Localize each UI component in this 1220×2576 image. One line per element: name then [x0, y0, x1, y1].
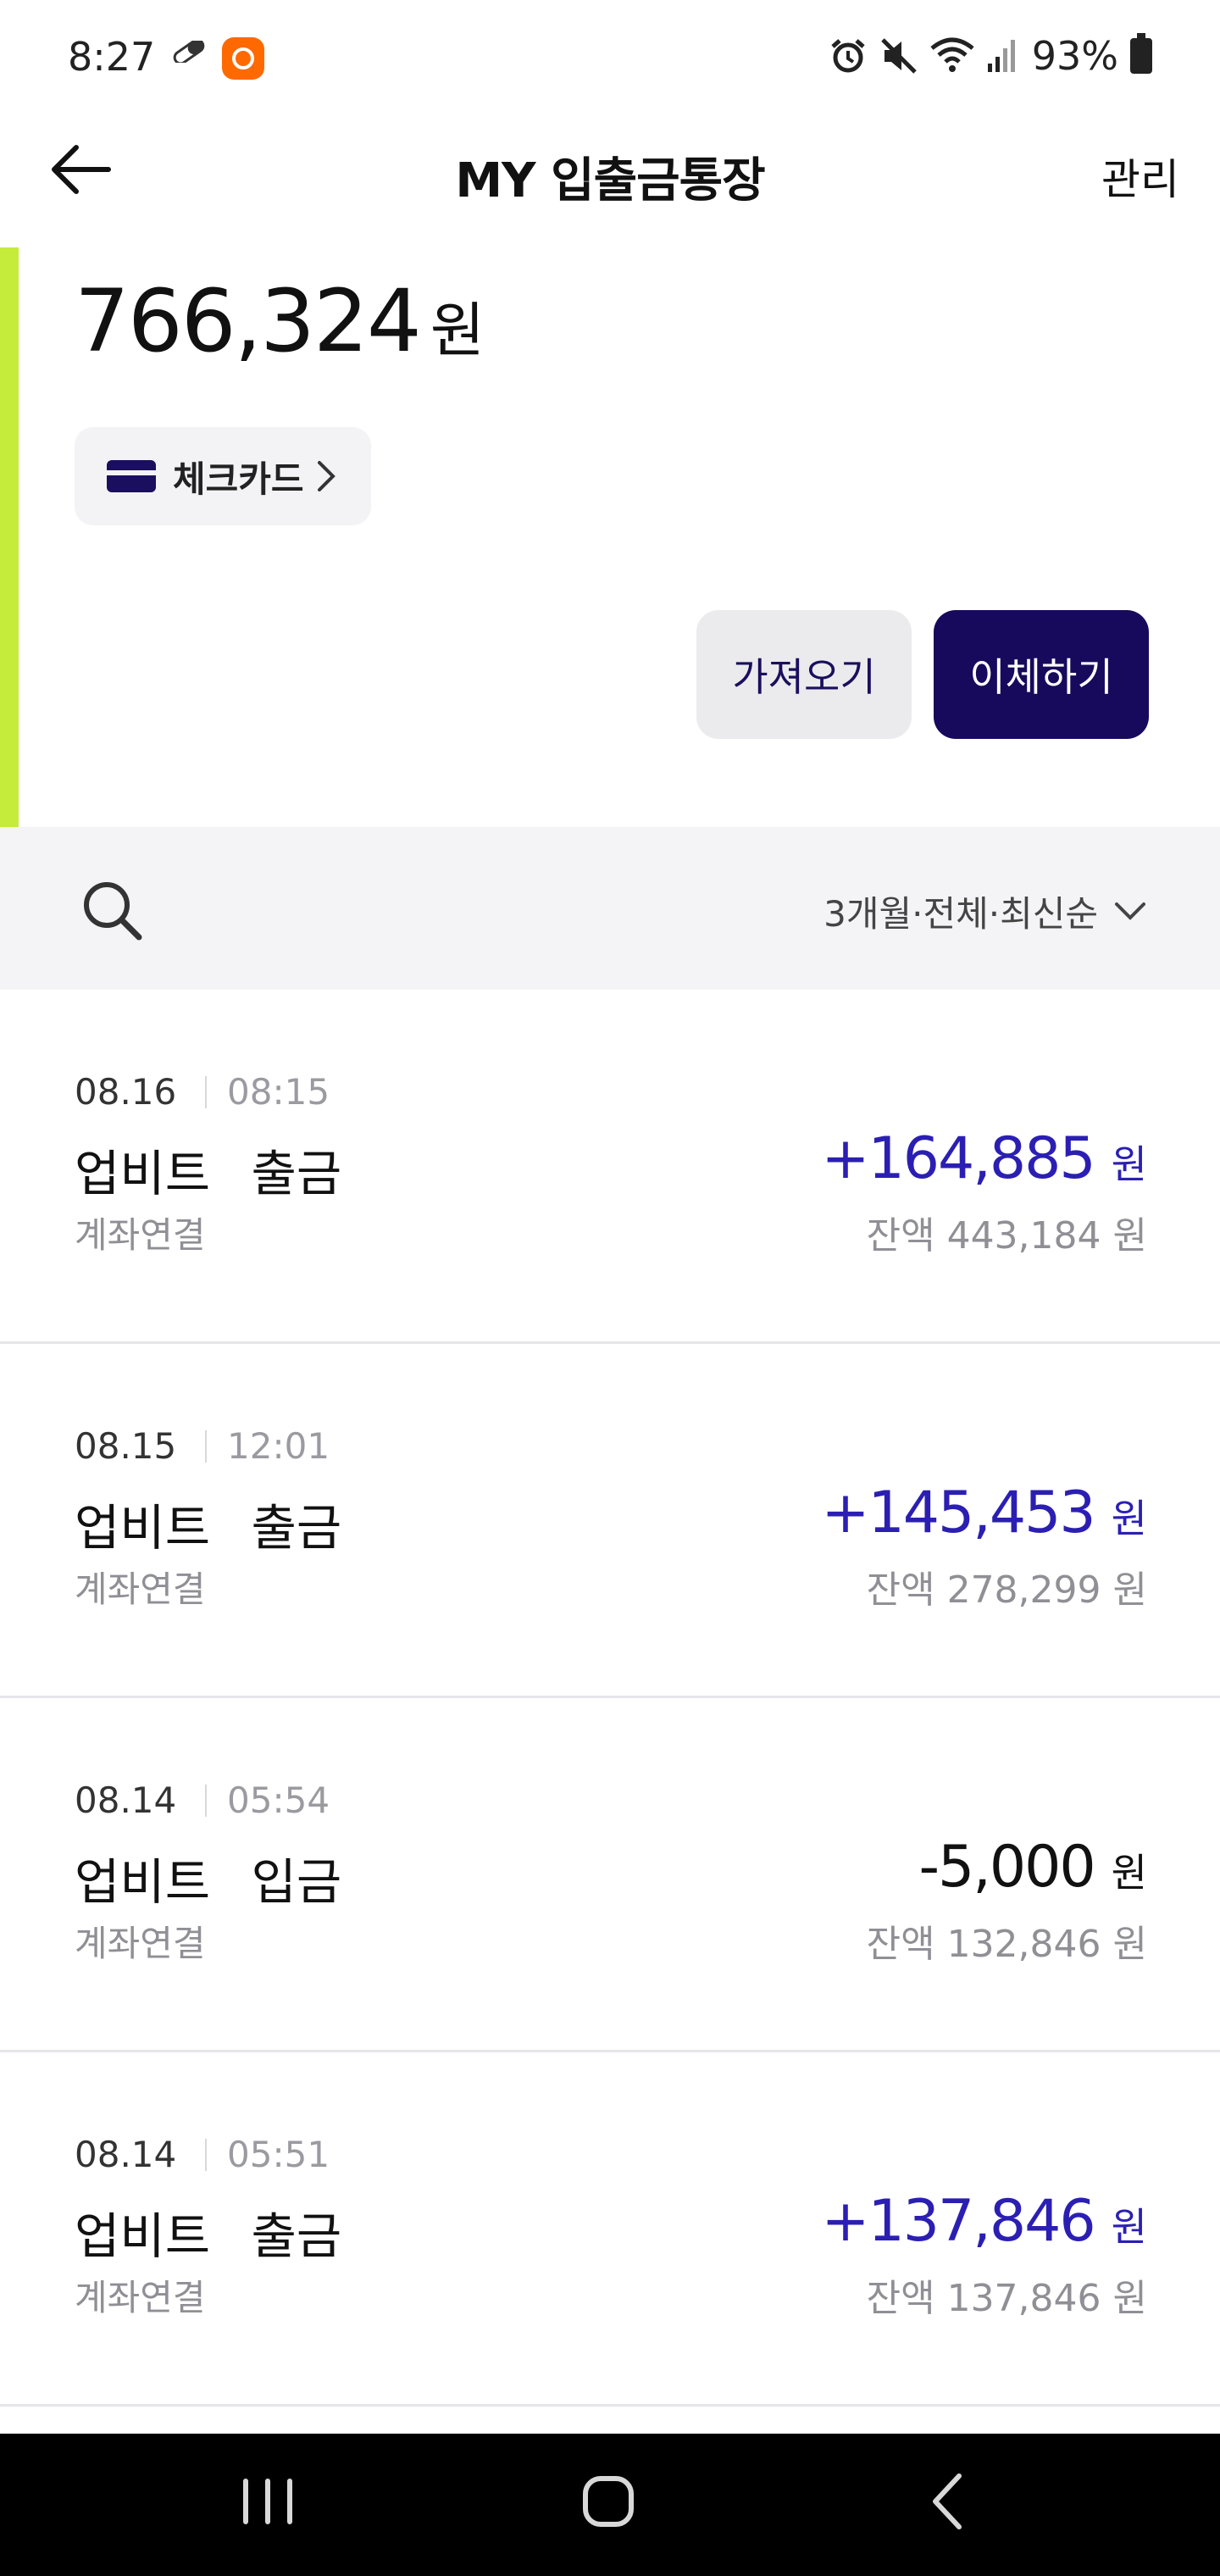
recent-apps-icon[interactable]	[239, 2476, 297, 2527]
transaction-amount: +145,453 원	[821, 1480, 1147, 1546]
transaction-name: 업비트 출금	[75, 2207, 342, 2265]
transaction-row[interactable]: 08.16 08:15 업비트 출금 계좌연결 +164,885 원 잔액 44…	[0, 990, 1220, 1344]
search-icon[interactable]	[78, 876, 146, 944]
transaction-type: 계좌연결	[75, 2277, 206, 2318]
transaction-row[interactable]: 08.14 05:51 업비트 출금 계좌연결 +137,846 원 잔액 13…	[0, 2052, 1220, 2407]
mute-icon	[880, 38, 917, 74]
divider	[205, 1430, 207, 1463]
balance-amount: 766,324	[75, 271, 422, 372]
balance-currency: 원	[430, 296, 485, 365]
amount-unit: 원	[1111, 1850, 1147, 1896]
manage-button[interactable]: 관리	[1101, 146, 1179, 207]
transaction-amount: -5,000 원	[918, 1834, 1147, 1901]
transaction-date: 08.16	[75, 1071, 177, 1113]
chevron-down-icon	[1115, 902, 1145, 920]
check-card-label: 체크카드	[173, 458, 304, 500]
transaction-date: 08.14	[75, 1779, 177, 1821]
transaction-time: 12:01	[227, 1425, 330, 1467]
pill-icon	[173, 41, 205, 63]
amount-value: +164,885	[821, 1125, 1095, 1192]
page-title: MY 입출금통장	[455, 153, 765, 208]
alarm-icon	[831, 39, 865, 73]
status-indicators: 93%	[829, 31, 1152, 81]
transaction-name: 업비트 입금	[75, 1853, 342, 1911]
transaction-type: 계좌연결	[75, 1214, 206, 1256]
amount-value: +145,453	[821, 1480, 1095, 1546]
transaction-time: 05:51	[227, 2134, 330, 2175]
divider	[205, 1076, 207, 1108]
transaction-amount: +164,885 원	[821, 1125, 1147, 1192]
signal-icon	[987, 40, 1015, 72]
amount-unit: 원	[1111, 1141, 1147, 1187]
transaction-time: 08:15	[227, 1071, 330, 1113]
transfer-button[interactable]: 이체하기	[934, 610, 1149, 739]
battery-icon	[1130, 33, 1152, 74]
chevron-right-icon	[317, 461, 336, 491]
credit-card-icon	[107, 460, 156, 492]
amount-value: +137,846	[821, 2188, 1095, 2255]
transaction-balance: 잔액 137,846 원	[866, 2277, 1147, 2320]
transaction-date: 08.14	[75, 2134, 177, 2175]
amount-unit: 원	[1111, 2204, 1147, 2250]
divider	[205, 1785, 207, 1817]
battery-percent: 93%	[1031, 33, 1118, 79]
account-balance: 766,324 원	[75, 271, 485, 372]
system-back-icon[interactable]	[929, 2471, 966, 2532]
status-time: 8:27	[68, 34, 156, 80]
filter-dropdown[interactable]: 3개월·전체·최신순	[824, 881, 1147, 941]
home-icon[interactable]	[581, 2474, 635, 2529]
check-card-button[interactable]: 체크카드	[75, 427, 371, 525]
app-notification-icon	[222, 37, 264, 80]
transaction-type: 계좌연결	[75, 1923, 206, 1964]
transaction-amount: +137,846 원	[821, 2188, 1147, 2255]
transaction-row[interactable]: 08.14 05:54 업비트 입금 계좌연결 -5,000 원 잔액 132,…	[0, 1698, 1220, 2052]
transaction-balance: 잔액 278,299 원	[866, 1568, 1147, 1612]
transaction-type: 계좌연결	[75, 1568, 206, 1610]
amount-value: -5,000	[918, 1834, 1095, 1901]
transaction-name: 업비트 출금	[75, 1499, 342, 1557]
transaction-balance: 잔액 132,846 원	[866, 1923, 1147, 1966]
transaction-name: 업비트 출금	[75, 1145, 342, 1202]
divider	[205, 2139, 207, 2171]
transaction-balance: 잔액 443,184 원	[866, 1214, 1147, 1257]
account-accent-bar	[0, 247, 19, 827]
wifi-icon	[930, 37, 974, 72]
filter-label: 3개월·전체·최신순	[824, 892, 1098, 935]
transaction-time: 05:54	[227, 1779, 330, 1821]
fetch-button[interactable]: 가져오기	[696, 610, 912, 739]
transaction-row[interactable]: 08.15 12:01 업비트 출금 계좌연결 +145,453 원 잔액 27…	[0, 1344, 1220, 1698]
transaction-date: 08.15	[75, 1425, 177, 1467]
amount-unit: 원	[1111, 1496, 1147, 1541]
